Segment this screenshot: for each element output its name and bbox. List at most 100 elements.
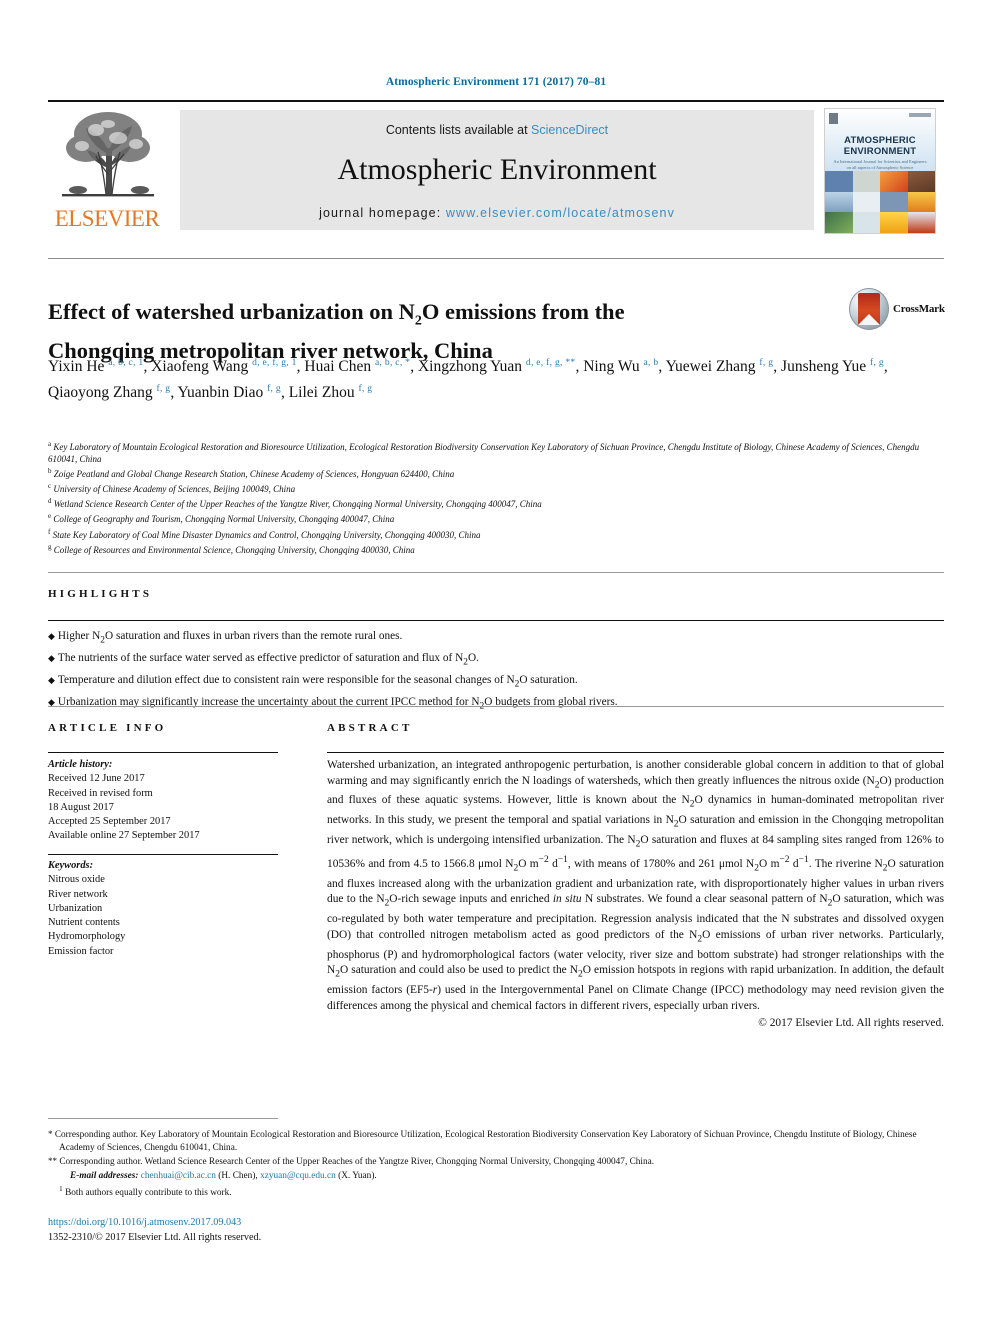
article-history-item: Accepted 25 September 2017 xyxy=(48,816,171,828)
affiliation-text: State Key Laboratory of Coal Mine Disast… xyxy=(52,529,481,540)
author-affiliation-marks: a, b, c, * xyxy=(375,358,411,368)
affiliation-item: c University of Chinese Academy of Scien… xyxy=(48,480,928,495)
cover-journal-subtitle: An International Journal for Scientists … xyxy=(833,159,927,170)
article-history-item: Available online 27 September 2017 xyxy=(48,830,200,842)
email-link-1[interactable]: chenhuai@cib.ac.cn xyxy=(141,1171,216,1181)
article-history-item: Received 12 June 2017 xyxy=(48,773,145,785)
article-history-item: 18 August 2017 xyxy=(48,801,114,813)
bullet-icon: ◆ xyxy=(48,652,55,663)
keywords-label: Keywords: xyxy=(48,860,94,871)
author-name: Yixin He xyxy=(48,358,109,376)
affiliation-item: g College of Resources and Environmental… xyxy=(48,541,928,556)
highlight-text: Higher N2O saturation and fluxes in urba… xyxy=(57,630,403,646)
affiliation-text: College of Geography and Tourism, Chongq… xyxy=(53,514,395,525)
corresponding-author-1: * Corresponding author. Key Laboratory o… xyxy=(48,1128,938,1154)
article-history-label: Article history: xyxy=(48,759,113,770)
elsevier-tree-icon xyxy=(56,108,160,204)
cover-journal-title: ATMOSPHERIC ENVIRONMENT xyxy=(843,135,917,157)
highlights-divider xyxy=(48,620,944,621)
contents-available-line: Contents lists available at ScienceDirec… xyxy=(180,123,814,137)
author-name: Xingzhong Yuan xyxy=(417,358,526,376)
author-list: Yixin He a, b, c, 1, Xiaofeng Wang d, e,… xyxy=(48,358,888,402)
abstract-heading: ABSTRACT xyxy=(327,722,413,734)
affiliation-list: a Key Laboratory of Mountain Ecological … xyxy=(48,438,928,556)
affiliation-text: Wetland Science Research Center of the U… xyxy=(53,499,542,510)
abstract-divider xyxy=(327,752,944,753)
masthead-band: Contents lists available at ScienceDirec… xyxy=(180,110,814,230)
affiliation-item: b Zoige Peatland and Global Change Resea… xyxy=(48,465,928,480)
crossmark-badge[interactable]: CrossMark xyxy=(849,288,945,332)
corresponding-author-2: ** Corresponding author. Wetland Science… xyxy=(48,1155,938,1169)
corresponding-symbol-2: ** xyxy=(48,1156,57,1166)
keywords-block: Keywords: Nitrous oxide River network Urban… xyxy=(48,859,280,959)
footer-block: https://doi.org/10.1016/j.atmosenv.2017.… xyxy=(48,1216,648,1245)
article-info-divider xyxy=(48,752,278,753)
affiliation-mark: a xyxy=(48,440,52,448)
keyword-item: Emission factor xyxy=(48,945,114,957)
author-affiliation-marks: f, g xyxy=(759,358,774,368)
author-affiliation-marks: a, b, c, 1 xyxy=(108,358,144,368)
affiliation-item: a Key Laboratory of Mountain Ecological … xyxy=(48,438,928,465)
footnotes-block: * Corresponding author. Key Laboratory o… xyxy=(48,1128,938,1201)
sciencedirect-link[interactable]: ScienceDirect xyxy=(531,123,608,137)
author-name: Xiaofeng Wang xyxy=(151,358,253,376)
highlight-item: ◆ Temperature and dilution effect due to … xyxy=(48,672,944,694)
title-part-1: Effect of watershed urbanization on N xyxy=(48,299,415,325)
equal-contribution-text: Both authors equally contribute to this … xyxy=(65,1188,232,1198)
article-history: Article history: Received 12 June 2017 Rec… xyxy=(48,758,280,844)
highlights-top-divider xyxy=(48,572,944,573)
affiliation-mark: d xyxy=(48,497,52,506)
affiliation-mark: e xyxy=(48,512,52,521)
affiliation-text: Key Laboratory of Mountain Ecological Re… xyxy=(48,442,920,465)
contents-prefix: Contents lists available at xyxy=(385,123,532,137)
email-label: E-mail addresses: xyxy=(70,1170,139,1181)
affiliation-mark: f xyxy=(48,527,51,536)
article-history-item: Received in revised form xyxy=(48,787,153,799)
email-owner-1: (H. Chen), xyxy=(218,1170,258,1181)
equal-contribution-symbol: 1 xyxy=(59,1184,63,1193)
highlight-item: ◆ Higher N2O saturation and fluxes in urb… xyxy=(48,628,944,650)
author-name: Huai Chen xyxy=(304,358,376,376)
author-name: Yuanbin Diao xyxy=(177,384,268,402)
keyword-item: Hydromorphology xyxy=(48,931,126,943)
title-divider xyxy=(48,258,944,259)
author-affiliation-marks: f, g xyxy=(267,384,281,395)
bullet-icon: ◆ xyxy=(48,631,55,641)
paper-page: Atmospheric Environment 171 (2017) 70–81 xyxy=(0,0,992,1323)
abstract-text: Watershed urbanization, an integrated an… xyxy=(327,758,944,1032)
crossmark-notch xyxy=(858,314,880,325)
affiliation-text: Zoige Peatland and Global Change Researc… xyxy=(53,469,455,480)
journal-cover-thumbnail: ATMOSPHERIC ENVIRONMENT An International… xyxy=(824,108,936,234)
title-subscript-2: 2 xyxy=(414,313,422,329)
corresponding-text-1: Corresponding author. Key Laboratory of … xyxy=(54,1130,917,1153)
author-name: Lilei Zhou xyxy=(288,384,359,402)
abstract-body: Watershed urbanization, an integrated an… xyxy=(327,759,945,1012)
highlight-text: The nutrients of the surface water serve… xyxy=(57,652,479,668)
affiliation-mark: c xyxy=(48,482,52,491)
cover-image-grid xyxy=(825,171,935,233)
author-name: Junsheng Yue xyxy=(781,358,871,376)
author-name: Qiaoyong Zhang xyxy=(48,384,157,402)
keyword-item: River network xyxy=(48,888,108,900)
article-info-heading: ARTICLE INFO xyxy=(48,722,167,734)
affiliation-mark: g xyxy=(48,542,52,551)
author-affiliation-marks: d, e, f, g, ** xyxy=(525,358,576,368)
crossmark-icon xyxy=(849,288,889,330)
author-affiliation-marks: d, e, f, g, 1 xyxy=(252,358,297,368)
elsevier-logo: ELSEVIER xyxy=(48,106,166,234)
crossmark-label: CrossMark xyxy=(893,303,945,315)
author-affiliation-marks: a, b xyxy=(643,358,659,368)
info-top-divider xyxy=(48,706,944,707)
doi-link[interactable]: https://doi.org/10.1016/j.atmosenv.2017.… xyxy=(48,1216,648,1231)
highlight-item: ◆ The nutrients of the surface water serv… xyxy=(48,650,944,672)
title-part-1b: O emissions from the xyxy=(421,299,625,325)
equal-contribution-note: 1 Both authors equally contribute to thi… xyxy=(48,1183,938,1200)
affiliation-text: University of Chinese Academy of Science… xyxy=(53,484,296,495)
homepage-url-link[interactable]: www.elsevier.com/locate/atmosenv xyxy=(446,206,675,220)
email-link-2[interactable]: xzyuan@cqu.edu.cn xyxy=(260,1171,336,1181)
affiliation-item: f State Key Laboratory of Coal Mine Disa… xyxy=(48,526,928,541)
corresponding-text-2: Corresponding author. Wetland Science Re… xyxy=(59,1157,655,1167)
elsevier-wordmark: ELSEVIER xyxy=(54,206,160,231)
highlight-text: Temperature and dilution effect due to c… xyxy=(57,674,578,690)
corresponding-symbol-1: * xyxy=(48,1129,53,1139)
